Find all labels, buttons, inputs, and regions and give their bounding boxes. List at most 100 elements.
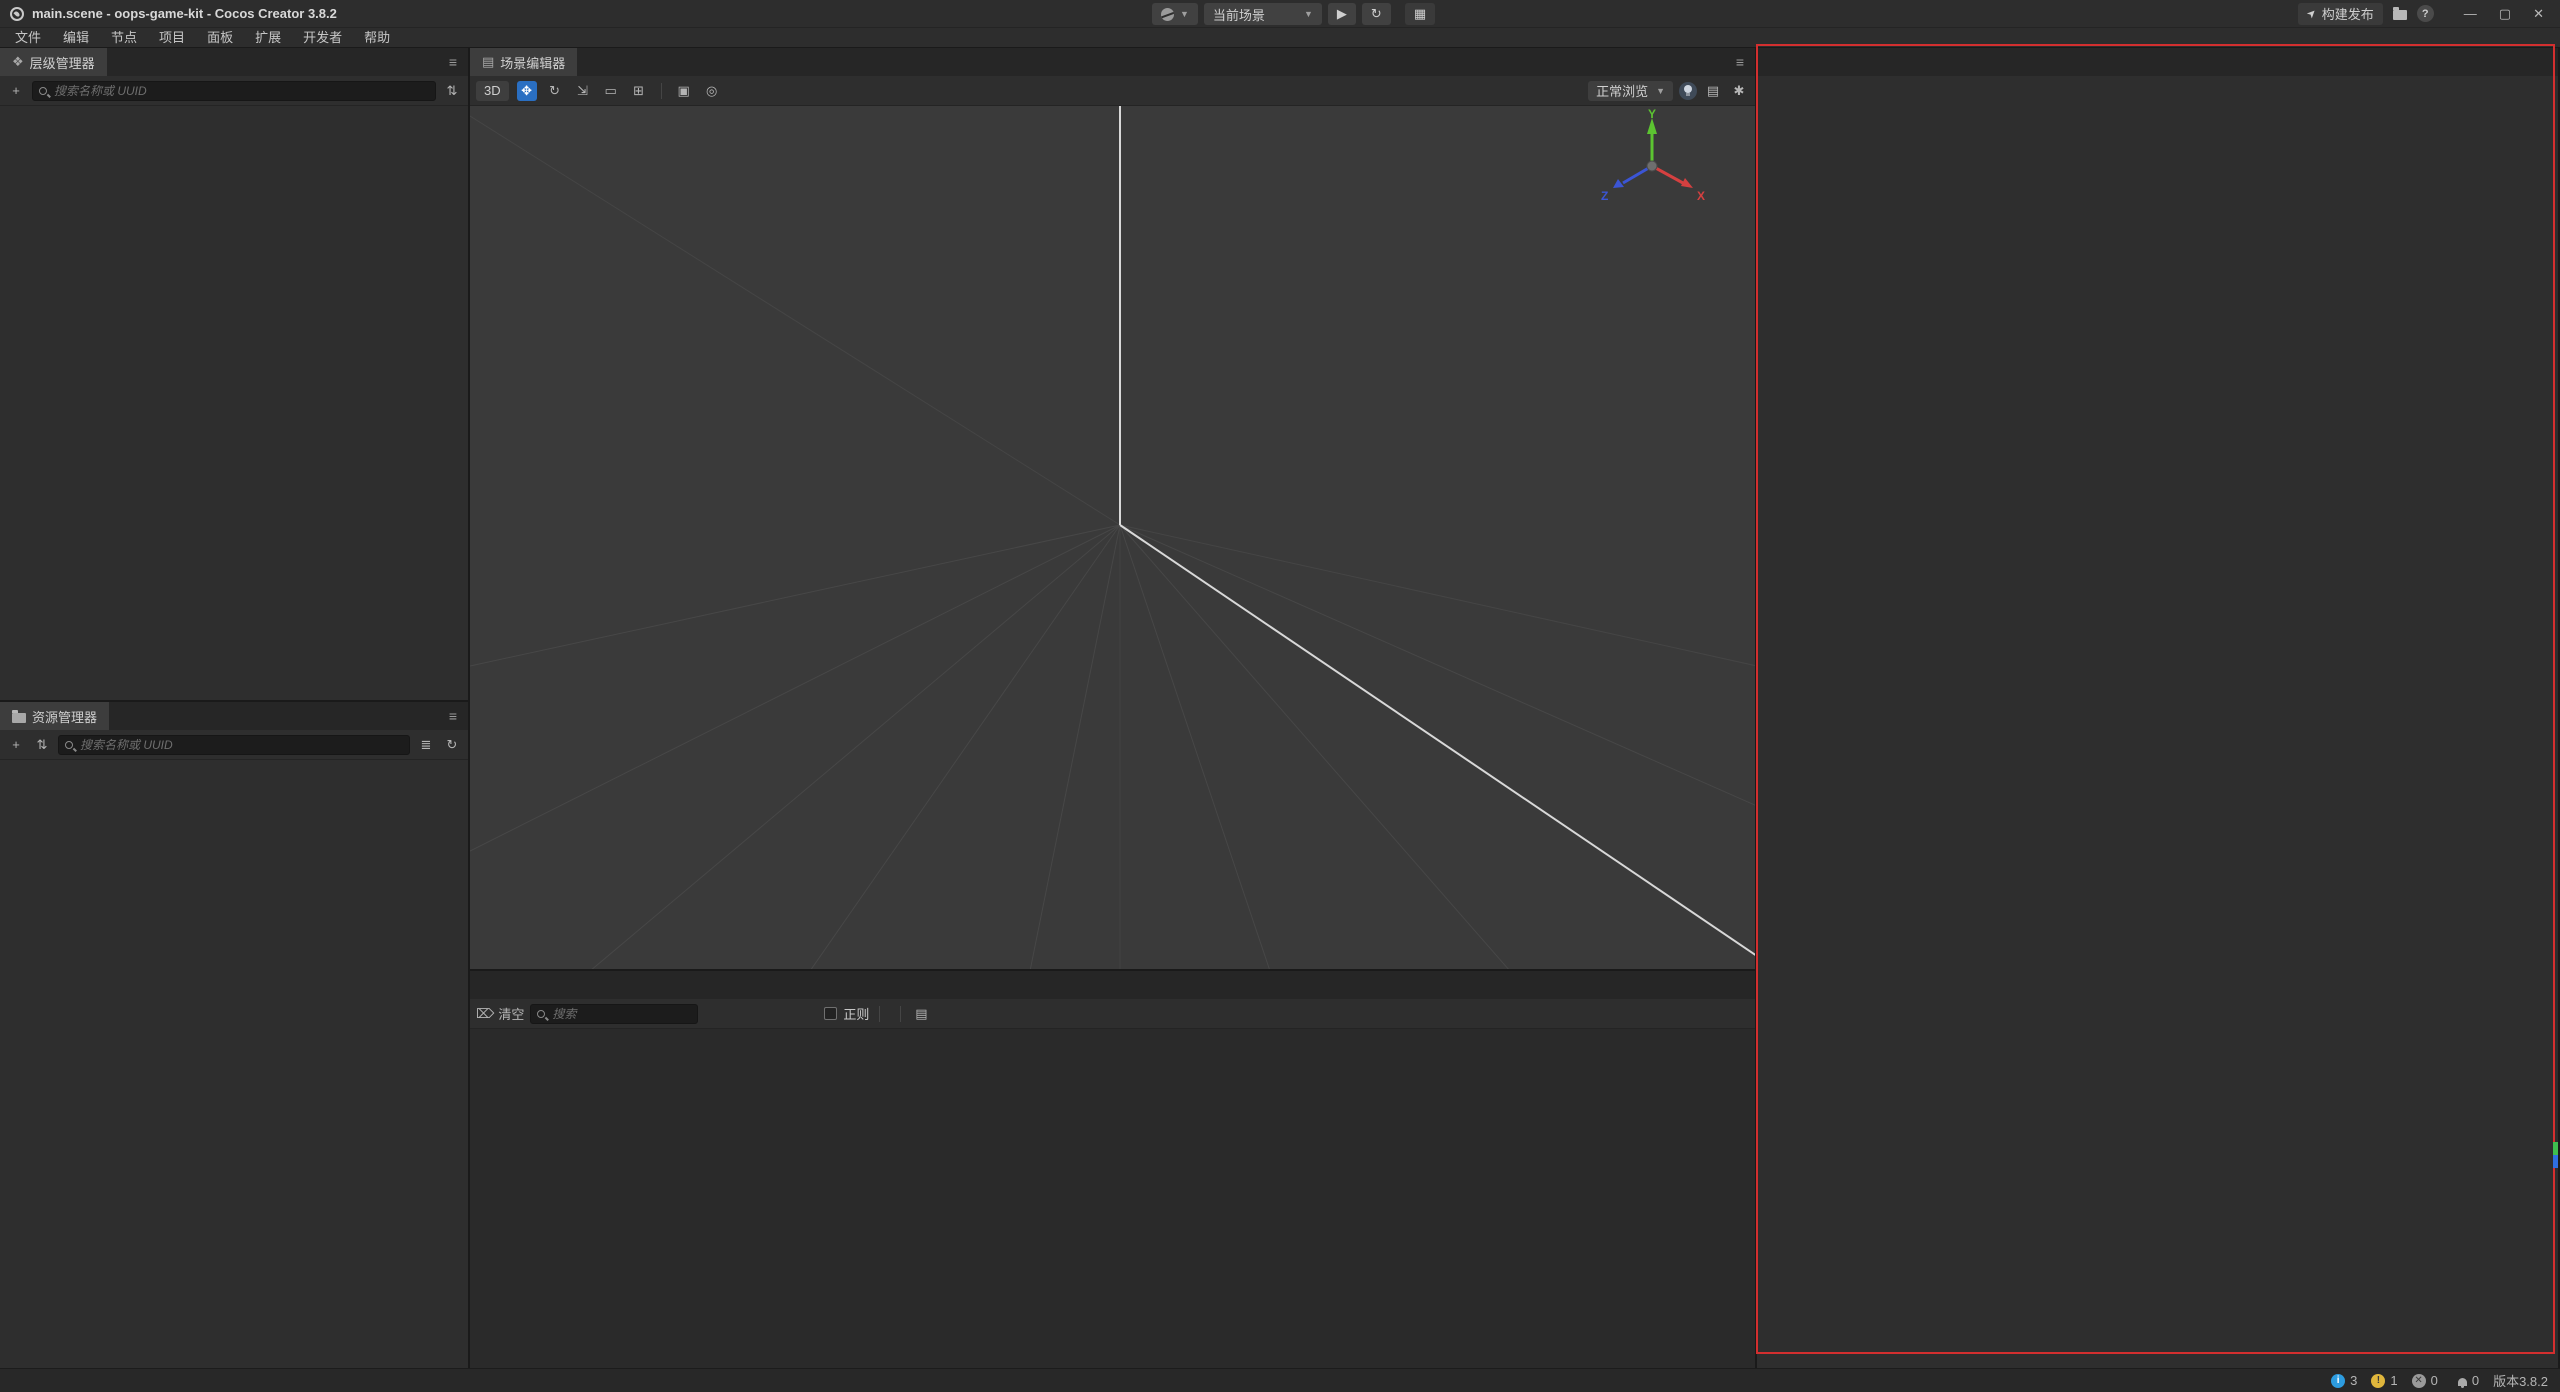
axis-z-label: Z [1601, 189, 1608, 203]
layers-icon: ❖ [12, 54, 24, 70]
assets-panel: 资源管理器 ≡ + ⇅ ≣ ↻ [0, 702, 468, 1368]
menu-item-4[interactable]: 面板 [196, 28, 244, 48]
scrollbar-mark-blue [2553, 1155, 2558, 1168]
scene-panel-menu-button[interactable]: ≡ [1725, 48, 1755, 76]
notification-count: 0 [2472, 1373, 2479, 1388]
scene-panel: ▤ 场景编辑器 ≡ 3D ✥ ↻ ⇲ ▭ ⊞ ▣ ◎ [470, 48, 1755, 971]
log-file-icon[interactable]: ▤ [911, 1004, 931, 1024]
framework-config-content [1757, 76, 2558, 1368]
refresh-icon: ↻ [1371, 6, 1382, 22]
console-panel: ⌦ 清空 正则 ▤ [470, 971, 1755, 1368]
play-icon: ▶ [1337, 6, 1347, 22]
console-search[interactable] [530, 1004, 698, 1024]
info-count: 3 [2350, 1373, 2357, 1388]
menu-item-5[interactable]: 扩展 [244, 28, 292, 48]
menu-item-3[interactable]: 项目 [148, 28, 196, 48]
search-icon [39, 87, 47, 95]
assets-filter-button[interactable]: ≣ [416, 735, 436, 755]
scene-grid [470, 106, 1755, 969]
tab-scene-editor-label: 场景编辑器 [500, 53, 565, 72]
assets-sort-button[interactable]: ⇅ [32, 735, 52, 755]
menu-item-6[interactable]: 开发者 [292, 28, 353, 48]
scene-icon: ▤ [482, 54, 494, 70]
tab-hierarchy[interactable]: ❖ 层级管理器 [0, 48, 107, 76]
window-title: main.scene - oops-game-kit - Cocos Creat… [32, 6, 337, 21]
create-node-button[interactable]: + [6, 81, 26, 101]
create-asset-button[interactable]: + [6, 735, 26, 755]
status-notification-counter[interactable]: 0 [2458, 1373, 2479, 1388]
scene-settings-gear-icon[interactable]: ✱ [1729, 81, 1749, 101]
menu-item-7[interactable]: 帮助 [353, 28, 401, 48]
toggle-2d3d-button[interactable]: 3D [476, 81, 509, 101]
hierarchy-search-input[interactable] [52, 83, 429, 99]
status-info-counter[interactable]: i 3 [2331, 1373, 2357, 1388]
menu-item-1[interactable]: 编辑 [52, 28, 100, 48]
minimize-button[interactable]: — [2458, 6, 2483, 21]
play-button[interactable]: ▶ [1328, 3, 1356, 25]
rect-tool-icon[interactable]: ▭ [601, 81, 621, 101]
assets-search[interactable] [58, 735, 410, 755]
close-button[interactable]: ✕ [2527, 6, 2550, 22]
tab-assets[interactable]: 资源管理器 [0, 702, 109, 730]
console-clear-button[interactable]: ⌦ 清空 [476, 1004, 524, 1024]
tab-hierarchy-label: 层级管理器 [30, 53, 95, 72]
folder-icon [12, 713, 26, 723]
chevron-down-icon: ▼ [1656, 86, 1665, 96]
clear-broom-icon: ⌦ [476, 1006, 494, 1022]
scrollbar-mark-green [2553, 1142, 2558, 1155]
view-mode-dropdown[interactable]: 正常浏览 ▼ [1588, 81, 1673, 101]
axis-y-label: Y [1648, 108, 1656, 121]
help-button[interactable]: ? [2417, 5, 2434, 22]
rotate-tool-icon[interactable]: ↻ [545, 81, 565, 101]
preview-target-button[interactable]: ▼ [1152, 3, 1198, 25]
menu-item-2[interactable]: 节点 [100, 28, 148, 48]
hierarchy-search[interactable] [32, 81, 436, 101]
open-project-folder-button[interactable] [2393, 10, 2407, 20]
maximize-button[interactable]: ▢ [2493, 6, 2517, 22]
scene-viewport[interactable]: Y X Z [470, 106, 1755, 969]
search-icon [65, 741, 73, 749]
menu-item-0[interactable]: 文件 [4, 28, 52, 48]
status-warning-counter[interactable]: ! 1 [2371, 1373, 2397, 1388]
axis-gizmo[interactable]: Y X Z [1587, 108, 1717, 223]
move-tool-icon[interactable]: ✥ [517, 81, 537, 101]
console-search-input[interactable] [550, 1006, 711, 1022]
coordinate-mode-icon[interactable]: ◎ [702, 81, 722, 101]
assets-tree [0, 760, 468, 1368]
scene-grid-toggle[interactable]: ▤ [1703, 81, 1723, 101]
assets-refresh-button[interactable]: ↻ [442, 735, 462, 755]
scene-light-toggle[interactable] [1679, 82, 1697, 100]
refresh-button[interactable]: ↻ [1362, 3, 1391, 25]
assets-search-input[interactable] [78, 737, 403, 753]
warning-icon: ! [2371, 1374, 2385, 1388]
console-clear-label: 清空 [498, 1004, 524, 1023]
build-publish-button[interactable]: ➤ 构建发布 [2298, 3, 2383, 25]
title-bar: main.scene - oops-game-kit - Cocos Creat… [0, 0, 2560, 28]
info-icon: i [2331, 1374, 2345, 1388]
cocos-logo-icon [10, 7, 24, 21]
regex-checkbox[interactable]: 正则 [824, 1004, 869, 1023]
regex-checkbox-box [824, 1007, 837, 1020]
chevron-down-icon: ▼ [1180, 9, 1189, 19]
qr-preview-button[interactable]: ▦ [1405, 3, 1435, 25]
regex-label: 正则 [843, 1004, 869, 1023]
status-error-counter[interactable]: ✕ 0 [2412, 1373, 2438, 1388]
hierarchy-panel-menu-button[interactable]: ≡ [438, 48, 468, 76]
qr-code-icon: ▦ [1414, 6, 1426, 22]
tab-scene-editor[interactable]: ▤ 场景编辑器 [470, 48, 577, 76]
assets-panel-menu-button[interactable]: ≡ [438, 702, 468, 730]
pivot-mode-icon[interactable]: ▣ [674, 81, 694, 101]
hierarchy-filter-button[interactable]: ⇅ [442, 81, 462, 101]
error-icon: ✕ [2412, 1374, 2426, 1388]
view-mode-value: 正常浏览 [1596, 81, 1648, 100]
snap-tool-icon[interactable]: ⊞ [629, 81, 649, 101]
scene-select-dropdown[interactable]: 当前场景 ▼ [1204, 3, 1322, 25]
hierarchy-tree [0, 106, 468, 700]
console-log-list [470, 1029, 1755, 1368]
scale-tool-icon[interactable]: ⇲ [573, 81, 593, 101]
error-count: 0 [2431, 1373, 2438, 1388]
version-label: 版本3.8.2 [2493, 1371, 2548, 1390]
status-bar: i 3 ! 1 ✕ 0 0 版本3.8.2 [0, 1368, 2560, 1392]
search-icon [537, 1010, 545, 1018]
bell-icon [2458, 1378, 2467, 1386]
